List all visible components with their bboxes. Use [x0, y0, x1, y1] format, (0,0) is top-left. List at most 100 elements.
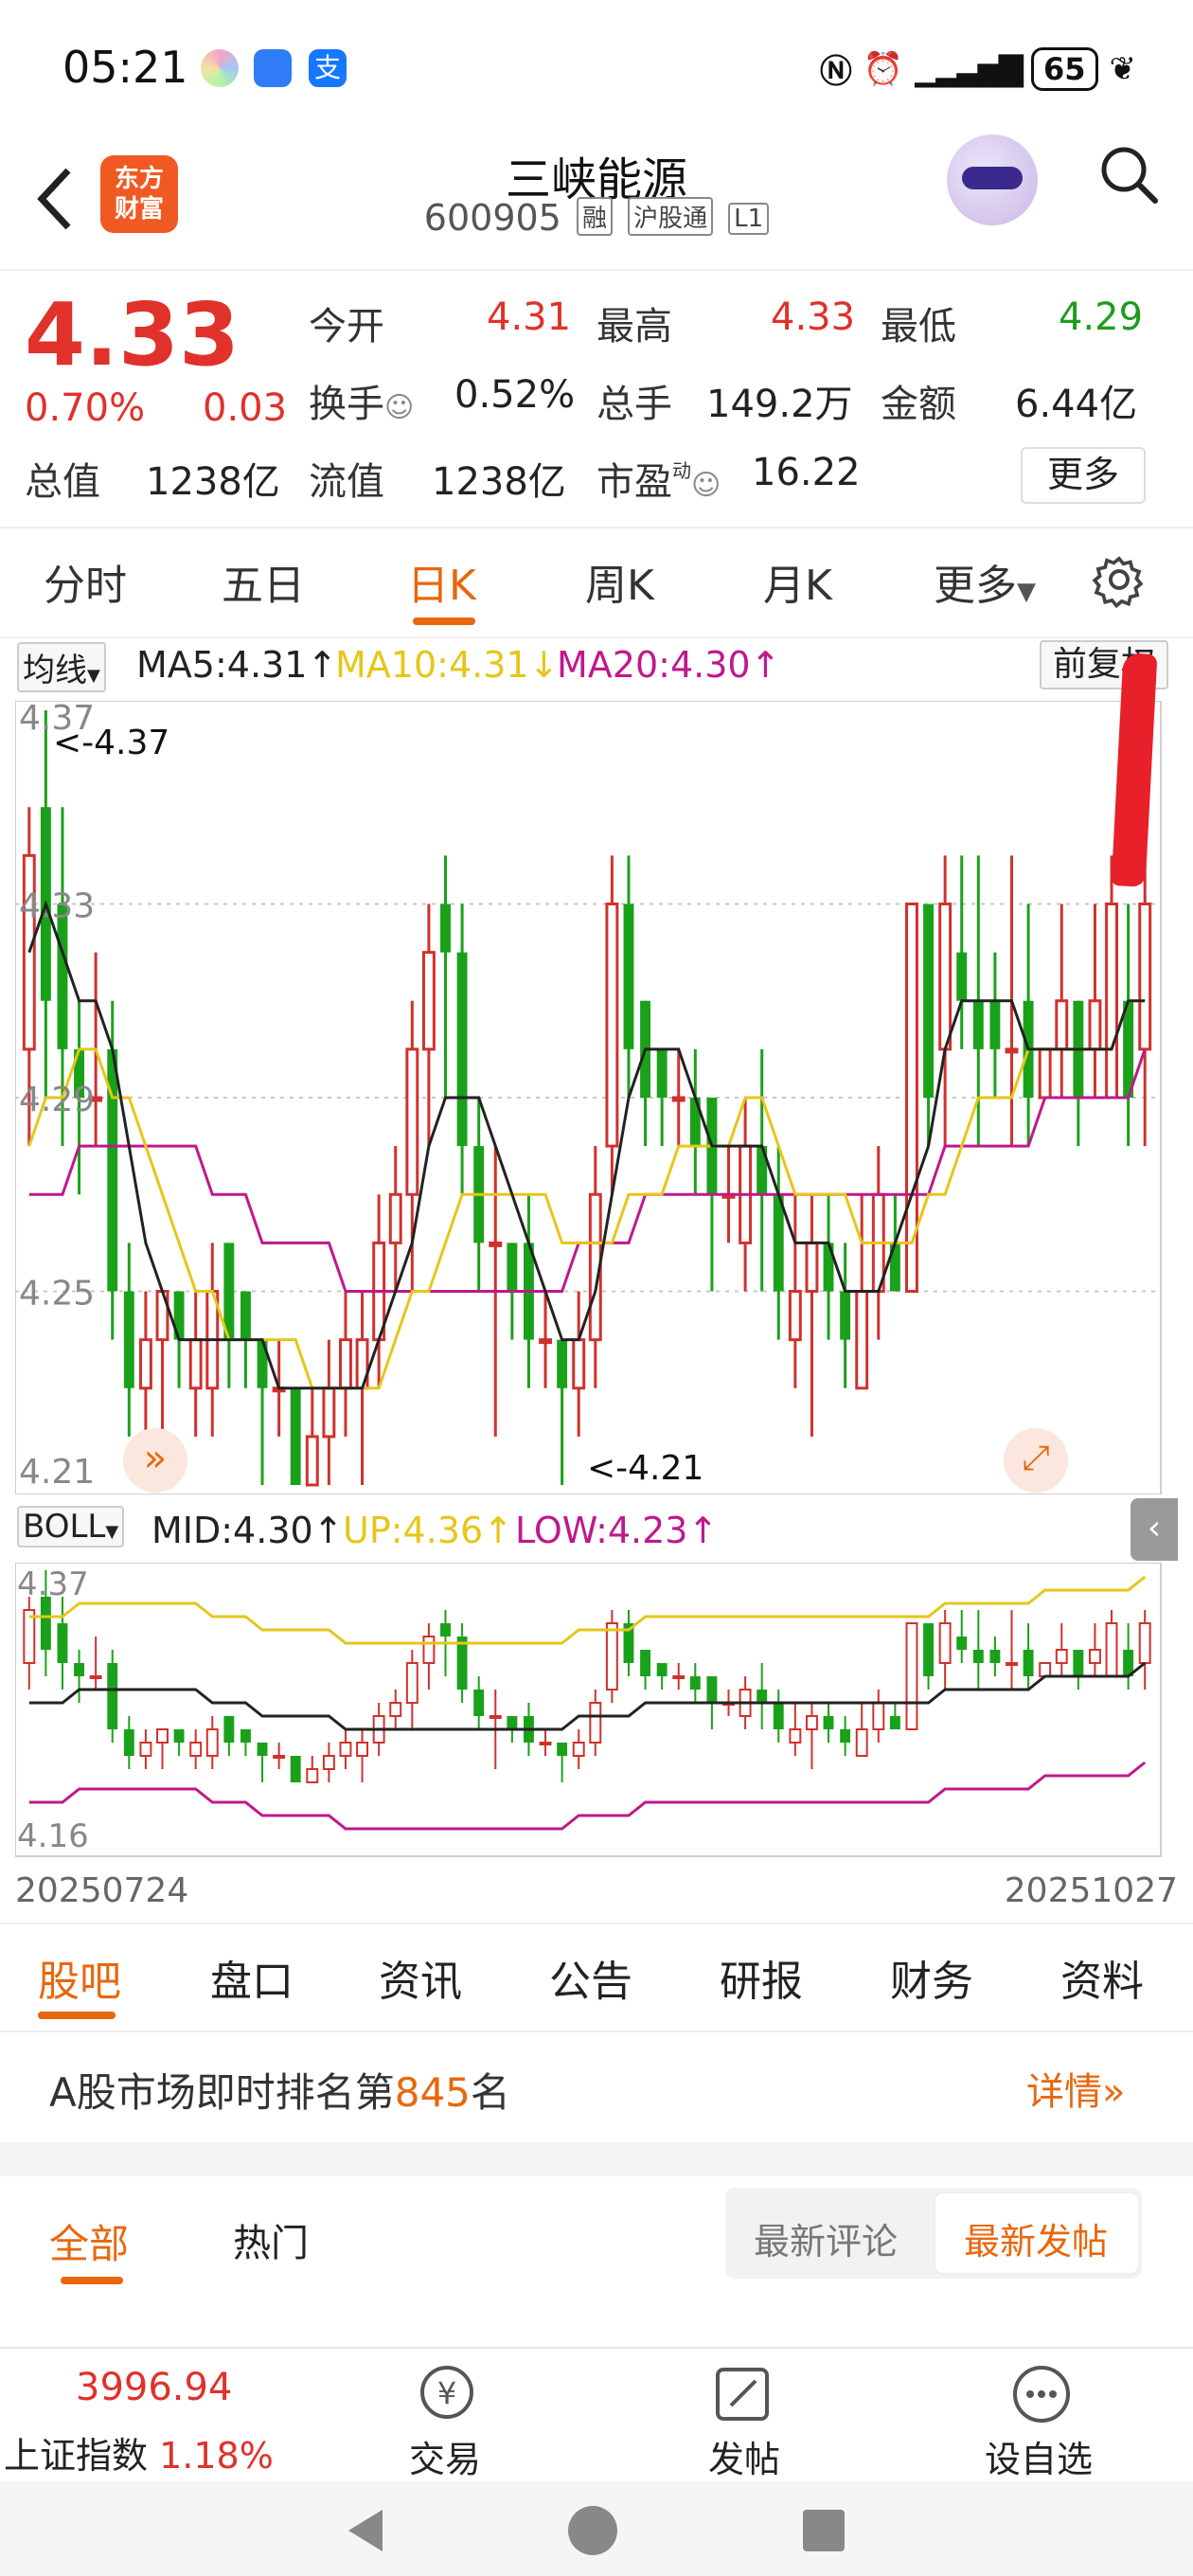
candle-body-up: [1038, 1047, 1052, 1100]
low-value: 4.29: [1059, 295, 1144, 339]
nav-back-icon[interactable]: [345, 2508, 386, 2557]
active-tab-underline: [413, 617, 475, 625]
charging-leaf-icon: ❦: [1109, 49, 1137, 88]
boll-candle-up: [489, 1715, 502, 1719]
sort-latest-post[interactable]: 最新发帖: [964, 2212, 1108, 2264]
boll-candle-down: [74, 1663, 85, 1676]
boll-candle-down: [40, 1597, 51, 1650]
double-chevron-icon: »: [1102, 2070, 1126, 2114]
gear-icon[interactable]: [1091, 551, 1148, 609]
boll-candle-up: [872, 1702, 885, 1730]
low-label: 最低: [881, 305, 956, 349]
boll-candle-up: [339, 1742, 352, 1757]
feed-tab-all[interactable]: 全部: [49, 2212, 129, 2270]
candle-body-down: [290, 1387, 301, 1485]
boll-candle-up: [905, 1622, 918, 1730]
feed-tab-hot[interactable]: 热门: [233, 2212, 309, 2267]
boll-candle-down: [706, 1676, 718, 1703]
min-price-marker: <-4.21: [587, 1449, 703, 1488]
rank-detail-link[interactable]: 详情»: [1026, 2061, 1125, 2116]
change-amount: 0.03: [203, 386, 288, 430]
candle-body-up: [805, 1241, 819, 1293]
tab-daily-k[interactable]: 日K: [407, 551, 476, 612]
boll-candle-down: [473, 1690, 485, 1716]
boll-candle-up: [205, 1728, 219, 1757]
candle-body-up: [539, 1338, 552, 1345]
kline-chart-area[interactable]: 4.37 4.33 4.29 4.25 4.21 <-4.37 <-4.21: [14, 699, 1176, 1495]
candle-body-up: [1005, 1047, 1019, 1054]
boll-chart-area[interactable]: 4.37 4.16: [14, 1562, 1176, 1858]
tab-forum[interactable]: 股吧: [38, 1947, 121, 2008]
boll-candle-down: [889, 1716, 900, 1729]
boll-candle-down: [972, 1650, 984, 1663]
tab-financials[interactable]: 财务: [890, 1947, 973, 2008]
collapse-panel-button[interactable]: ‹: [1131, 1498, 1178, 1561]
trade-icon[interactable]: ¥: [413, 2362, 481, 2426]
candle-body-up: [938, 903, 953, 1051]
index-ticker[interactable]: 上证指数 1.18%: [4, 2426, 274, 2478]
tab-intraday[interactable]: 分时: [44, 551, 127, 612]
info-icon[interactable]: ☺: [384, 391, 414, 424]
candle-body-down: [923, 903, 935, 1098]
connect-tag: 沪股通: [628, 197, 714, 236]
rank-number: 845: [394, 2069, 471, 2116]
tab-weekly-k[interactable]: 周K: [585, 551, 654, 612]
scroll-left-button[interactable]: »: [123, 1428, 187, 1493]
candle-body-up: [788, 1290, 802, 1342]
boll-candle-down: [1023, 1650, 1034, 1676]
candle-body-up: [489, 1241, 503, 1247]
tab-research[interactable]: 研报: [720, 1947, 803, 2008]
tab-monthly-k[interactable]: 月K: [763, 551, 832, 612]
tab-news[interactable]: 资讯: [379, 1947, 462, 2008]
y-tick-label: 4.33: [19, 887, 95, 926]
candle-body-down: [557, 1339, 568, 1388]
boll-low-line: [28, 1761, 1147, 1831]
sort-latest-comment[interactable]: 最新评论: [754, 2212, 898, 2264]
nav-home-icon[interactable]: [568, 2506, 617, 2555]
expand-chart-button[interactable]: ⤢: [1004, 1428, 1068, 1493]
tab-profile[interactable]: 资料: [1060, 1947, 1144, 2008]
info-icon[interactable]: ☺: [691, 469, 721, 502]
boll-candle-up: [189, 1742, 203, 1757]
ma-indicator-select[interactable]: 均线▼: [17, 642, 106, 692]
boll-candle-up: [273, 1755, 286, 1759]
change-percent: 0.70%: [25, 386, 146, 430]
kline-svg: 4.374.334.294.254.21<-4.37<-4.21: [14, 699, 1162, 1495]
candle-body-down: [972, 1000, 984, 1049]
boll-candle-down: [107, 1663, 118, 1729]
trade-label[interactable]: 交易: [409, 2430, 481, 2482]
boll-candle-up: [389, 1702, 402, 1717]
candle-body-up: [572, 1338, 586, 1390]
tab-more-periods[interactable]: 更多▼: [934, 551, 1036, 612]
active-tab-underline: [38, 2012, 116, 2019]
more-quote-button[interactable]: 更多: [1021, 447, 1146, 504]
boll-panel-frame: [14, 1562, 1162, 1857]
alarm-icon: ⏰: [863, 49, 904, 88]
boll-indicator-select[interactable]: BOLL▼: [17, 1506, 125, 1547]
post-edit-icon[interactable]: [712, 2364, 773, 2428]
candle-body-down: [956, 952, 968, 1001]
dropdown-triangle-icon: ▼: [105, 1522, 119, 1542]
watchlist-label[interactable]: 设自选: [985, 2430, 1093, 2482]
nfc-icon: Ⓝ: [819, 53, 852, 91]
signal-icon: ▁▂▃▅▇: [915, 49, 1024, 88]
tab-announcements[interactable]: 公告: [549, 1947, 632, 2008]
tab-order-book[interactable]: 盘口: [210, 1947, 294, 2008]
status-time: 05:21: [62, 42, 188, 93]
boll-candle-up: [139, 1742, 152, 1757]
tab-five-day[interactable]: 五日: [222, 551, 305, 612]
dropdown-triangle-icon: ▼: [87, 666, 100, 686]
more-dots-icon[interactable]: [1011, 2364, 1072, 2428]
boll-mid-legend: MID:4.30↑: [151, 1510, 344, 1551]
boll-candle-down: [1073, 1650, 1084, 1676]
pe-label: 市盈动☺: [596, 459, 721, 504]
gallery-icon: [201, 49, 239, 87]
max-price-marker: <-4.37: [53, 724, 169, 762]
boll-candle-down: [773, 1703, 784, 1729]
index-value[interactable]: 3996.94: [76, 2366, 232, 2409]
dropdown-triangle-icon: ▼: [1017, 578, 1036, 606]
post-label[interactable]: 发帖: [708, 2430, 780, 2482]
search-icon[interactable]: [1098, 144, 1159, 205]
candle-body-down: [240, 1291, 251, 1340]
nav-recents-icon[interactable]: [803, 2510, 845, 2551]
